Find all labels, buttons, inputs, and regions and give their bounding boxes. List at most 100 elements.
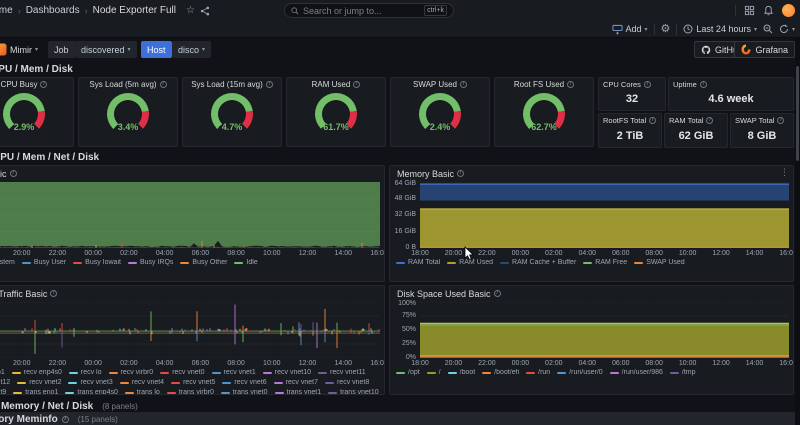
legend-item[interactable]: SWAP Used [634, 259, 685, 267]
apps-grid-icon[interactable] [744, 5, 755, 16]
share-icon[interactable] [200, 6, 210, 16]
info-icon[interactable]: i [567, 81, 574, 88]
scrollbar-thumb[interactable] [796, 66, 799, 161]
favorite-star-icon[interactable]: ☆ [186, 5, 195, 16]
legend-item[interactable]: trans enp4s0 [65, 389, 117, 395]
legend-item[interactable]: /run [526, 369, 550, 377]
panel-title[interactable]: RAM Totali [665, 114, 727, 126]
grafana-link-button[interactable]: Grafana [734, 41, 795, 58]
legend-item[interactable]: trans vnet1 [275, 389, 322, 395]
legend-item[interactable]: RAM Total [396, 259, 440, 267]
legend-item[interactable]: /opt [396, 369, 420, 377]
search-input[interactable]: Search or jump to... ctrl+k [284, 3, 454, 18]
info-icon[interactable]: i [494, 290, 501, 297]
host-variable-value[interactable]: disco ▾ [172, 41, 211, 58]
panel-title[interactable]: RAM Usedi [287, 78, 385, 91]
panel-menu-icon[interactable]: ⋮ [780, 167, 789, 178]
info-icon[interactable]: i [40, 81, 47, 88]
panel-title[interactable]: SWAP Totali [731, 114, 793, 126]
info-icon[interactable]: i [700, 81, 707, 88]
legend-item[interactable]: recv vnet6 [222, 379, 266, 387]
legend-item[interactable]: Busy Other [180, 259, 227, 267]
legend-item[interactable]: Busy User [22, 259, 66, 267]
legend-item[interactable]: /boot [448, 369, 476, 377]
legend-item[interactable]: recv vnet1 [212, 369, 256, 377]
breadcrumb-dashboards[interactable]: Dashboards [26, 5, 80, 16]
legend-item[interactable]: Busy System [0, 259, 15, 267]
legend-item[interactable]: recv vnet4 [120, 379, 164, 387]
info-icon[interactable]: i [460, 81, 467, 88]
panel-title[interactable]: Disk Space Used Basici [390, 286, 793, 301]
info-icon[interactable]: i [777, 117, 784, 124]
panel-title[interactable]: Root FS Usedi [495, 78, 593, 91]
legend-item[interactable]: trans virbr0 [167, 389, 214, 395]
panel-title[interactable]: RootFS Totali [599, 114, 661, 126]
panel-title[interactable]: CPU Basici [0, 166, 384, 181]
settings-gear-icon[interactable]: ⚙ [661, 24, 671, 35]
info-icon[interactable]: i [644, 81, 651, 88]
panel-title[interactable]: CPU Busyi [0, 78, 73, 91]
legend-item[interactable]: recv vnet12 [0, 379, 10, 387]
legend-item[interactable]: RAM Free [583, 259, 627, 267]
panel-title[interactable]: Uptimei [669, 78, 793, 90]
legend-item[interactable]: /tmp [670, 369, 696, 377]
info-icon[interactable]: i [50, 290, 57, 297]
p-mem-chart[interactable] [420, 182, 789, 248]
legend-item[interactable]: trans lo [125, 389, 160, 395]
panel-title[interactable]: CPU Coresi [599, 78, 665, 90]
row-header-quick[interactable]: ▾ Quick CPU / Mem / Disk [0, 63, 73, 75]
legend-item[interactable]: /boot/efi [482, 369, 519, 377]
datasource-picker[interactable]: Mimir ▾ [10, 41, 38, 58]
legend-item[interactable]: recv vnet7 [274, 379, 318, 387]
legend-item[interactable]: / [427, 369, 441, 377]
panel-title[interactable]: Sys Load (5m avg)i [79, 78, 177, 91]
legend-item[interactable]: trans vnet0 [221, 389, 268, 395]
legend-item[interactable]: recv vnet5 [171, 379, 215, 387]
legend-item[interactable]: recv vnet10 [263, 369, 311, 377]
legend-item[interactable]: recv enp4s0 [12, 369, 62, 377]
legend-item[interactable]: recv lo [69, 369, 102, 377]
row-header-basic[interactable]: ▾ Basic CPU / Mem / Net / Disk [0, 151, 99, 163]
legend-item[interactable]: Idle [234, 259, 257, 267]
info-icon[interactable]: i [10, 170, 17, 177]
p-net-chart[interactable] [0, 302, 380, 358]
info-icon[interactable]: i [649, 117, 656, 124]
panel-title[interactable]: Network Traffic Basici [0, 286, 384, 301]
info-icon[interactable]: i [353, 81, 360, 88]
time-range-picker[interactable]: Last 24 hours ▾ [683, 24, 757, 34]
legend-item[interactable]: /run/user/0 [557, 369, 602, 377]
panel-title[interactable]: SWAP Usedi [391, 78, 489, 91]
legend-item[interactable]: trans eno1 [13, 389, 58, 395]
add-button[interactable]: Add ▾ [612, 24, 648, 35]
panel-title[interactable]: Sys Load (15m avg)i [183, 78, 281, 91]
legend-item[interactable]: /run/user/986 [610, 369, 663, 377]
zoom-out-icon[interactable] [763, 24, 773, 34]
legend-item[interactable]: recv vnet0 [160, 369, 204, 377]
row-header-collapsed-meminfo[interactable]: ▸ Memory Meminfo i (15 panels) [0, 412, 800, 425]
refresh-button[interactable]: ▾ [779, 24, 795, 34]
legend-item[interactable]: recv vnet3 [68, 379, 112, 387]
legend-item[interactable]: trans vnet10 [328, 389, 379, 395]
job-variable-value[interactable]: discovered ▾ [75, 41, 137, 58]
breadcrumb-home[interactable]: Home [0, 5, 13, 16]
info-icon[interactable]: i [457, 170, 464, 177]
legend-item[interactable]: recv vnet9 [0, 389, 6, 395]
legend-item[interactable]: Busy IRQs [128, 259, 173, 267]
legend-item[interactable]: RAM Cache + Buffer [500, 259, 576, 267]
p-cpu-chart[interactable] [0, 182, 380, 248]
legend-item[interactable]: recv vnet2 [17, 379, 61, 387]
notification-bell-icon[interactable] [763, 5, 774, 16]
info-icon[interactable]: i [266, 81, 273, 88]
legend-item[interactable]: recv vnet8 [325, 379, 369, 387]
row-header-collapsed-cpu[interactable]: ▸ CPU / Memory / Net / Disk (8 panels) [0, 400, 138, 412]
p-disk-chart[interactable] [420, 302, 789, 358]
legend-item[interactable]: recv eno1 [0, 369, 5, 377]
info-icon[interactable]: i [706, 117, 713, 124]
panel-title[interactable]: Memory Basici [390, 166, 793, 181]
info-icon[interactable]: i [160, 81, 167, 88]
user-avatar[interactable] [782, 4, 795, 17]
legend-item[interactable]: Busy Iowait [73, 259, 121, 267]
scrollbar[interactable] [795, 38, 800, 425]
legend-item[interactable]: recv virbr0 [109, 369, 154, 377]
legend-item[interactable]: recv vnet11 [318, 369, 366, 377]
